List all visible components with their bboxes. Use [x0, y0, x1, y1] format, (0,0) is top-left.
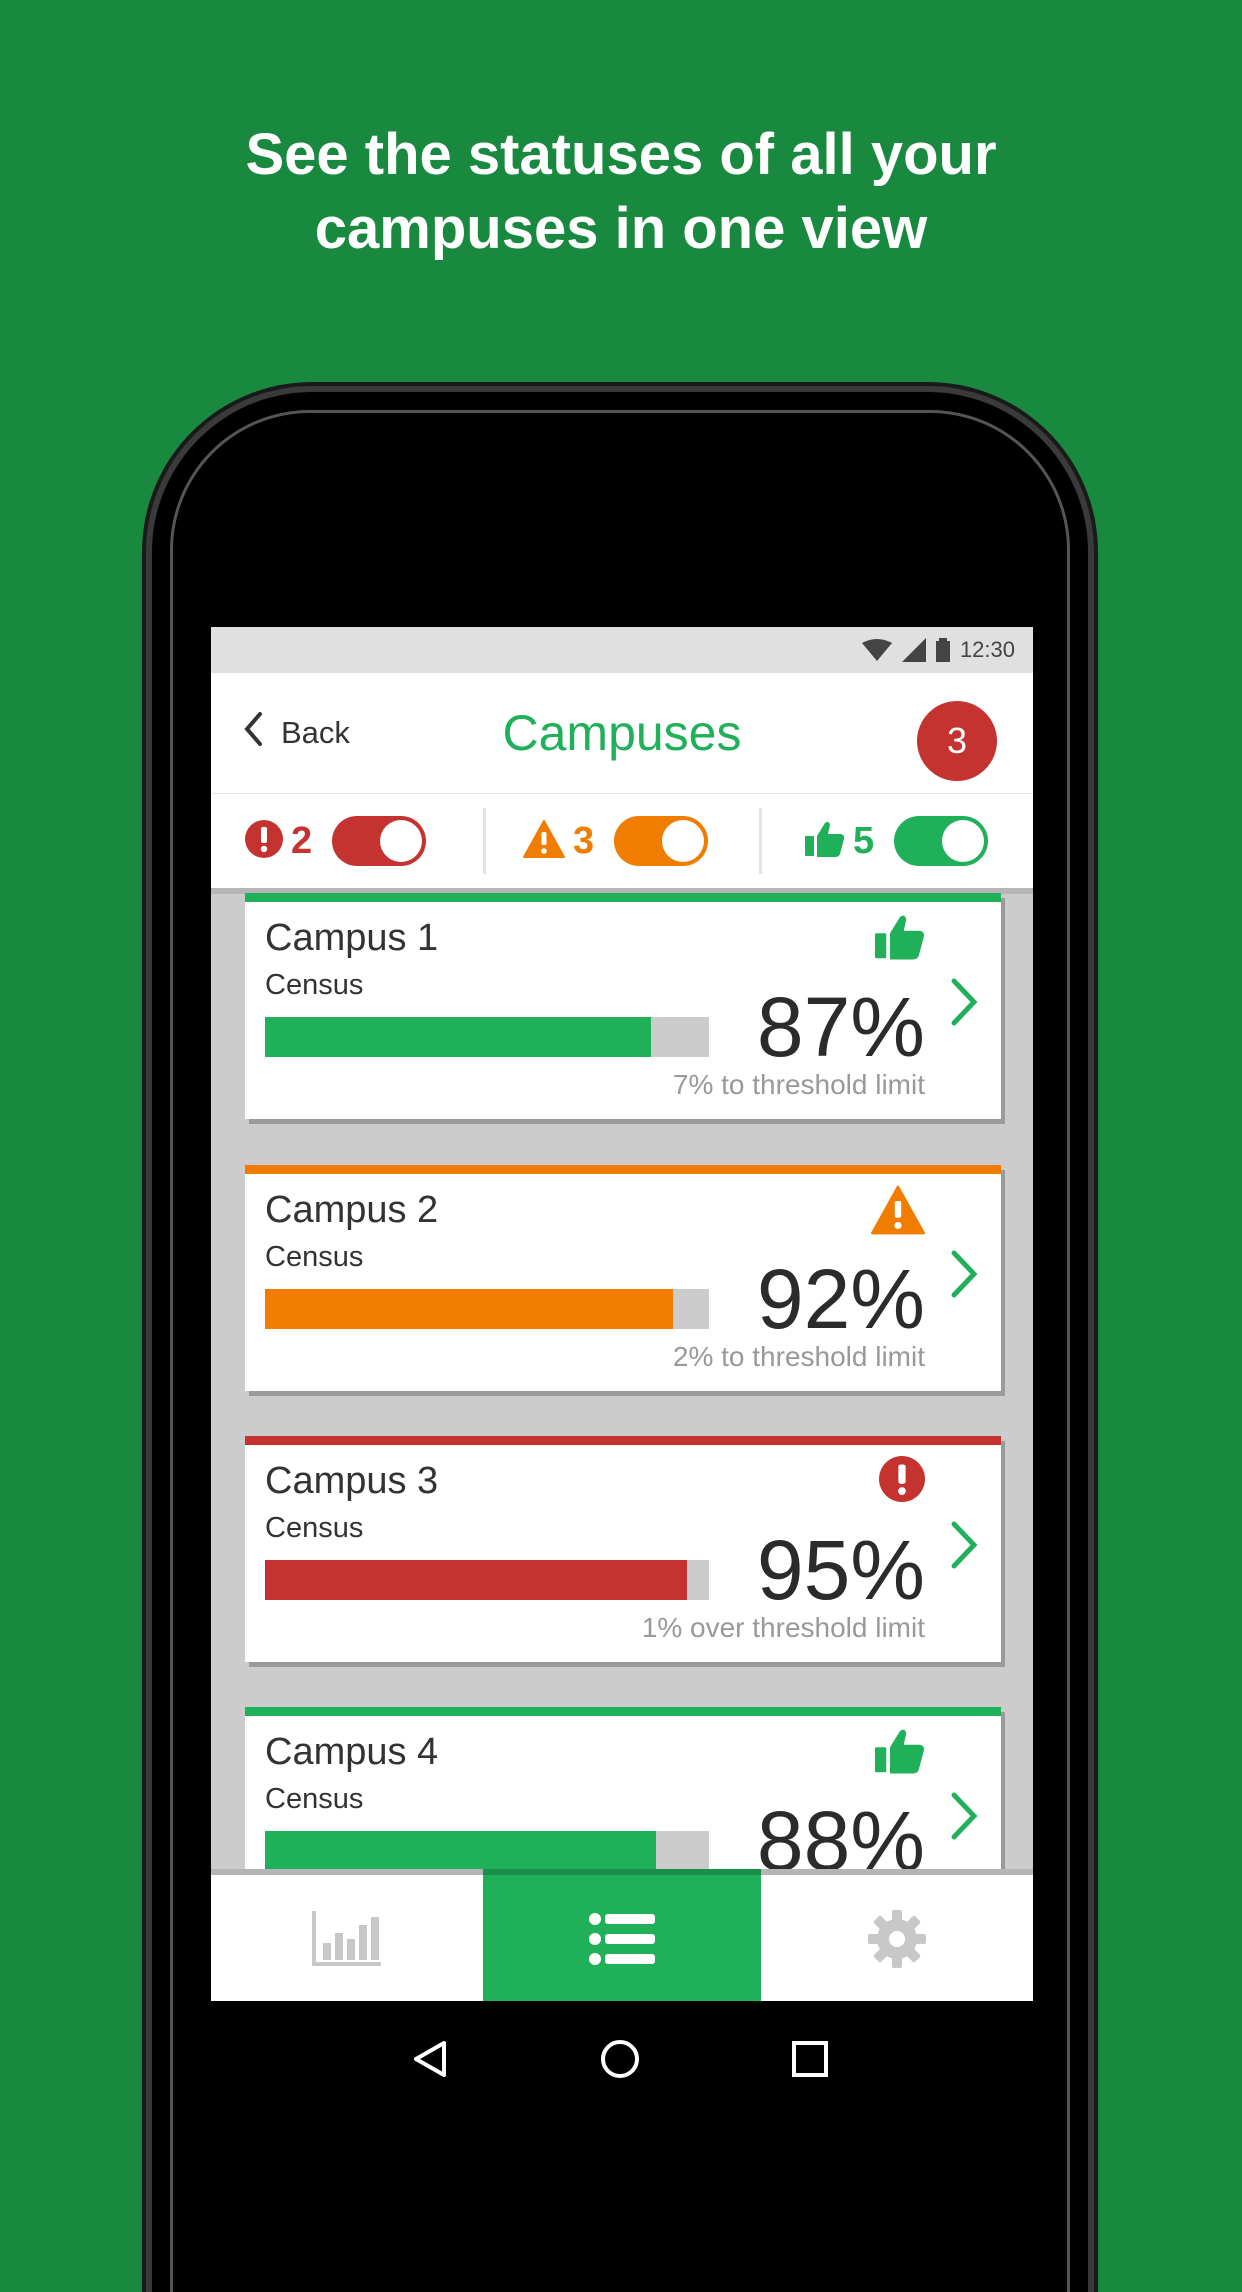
alert-circle-icon: [245, 819, 283, 863]
tab-dashboard[interactable]: [211, 1875, 483, 2001]
campus-name: Campus 2: [265, 1189, 439, 1231]
chevron-right-icon[interactable]: [949, 977, 979, 1032]
tab-list[interactable]: [483, 1869, 761, 2001]
warning-triangle-icon: [871, 1185, 925, 1240]
battery-icon: [935, 638, 950, 662]
campus-card[interactable]: Campus 2 Census 92% 2% to threshold limi…: [245, 1165, 1001, 1391]
list-icon: [589, 1912, 655, 1970]
home-circle-icon[interactable]: [600, 2039, 640, 2084]
chevron-right-icon[interactable]: [949, 1791, 979, 1846]
ok-count: 5: [853, 819, 875, 862]
status-bar: 12:30: [211, 627, 1033, 673]
threshold-note: 2% to threshold limit: [672, 1341, 925, 1372]
progress-fill: [265, 1560, 687, 1600]
campus-card[interactable]: Campus 3 Census 95% 1% over threshold li…: [245, 1436, 1001, 1662]
warning-filter-toggle[interactable]: [614, 816, 709, 866]
status-stripe: [245, 1707, 1001, 1716]
status-stripe: [245, 893, 1001, 902]
campus-name: Campus 4: [265, 1731, 439, 1773]
campus-card[interactable]: Campus 1 Census 87% 7% to threshold limi…: [245, 893, 1001, 1119]
bottom-navigation: [211, 1869, 1033, 2001]
toggle-knob: [662, 820, 705, 862]
headline-line-2: campuses in one view: [314, 196, 928, 261]
toggle-knob: [942, 820, 985, 862]
warning-count: 3: [573, 819, 595, 862]
status-stripe: [245, 1165, 1001, 1174]
filter-divider: [759, 808, 762, 874]
campus-name: Campus 1: [265, 917, 439, 959]
clock-text: 12:30: [959, 637, 1015, 662]
back-label: Back: [281, 715, 350, 750]
census-progress-bar: [265, 1831, 709, 1871]
census-progress-bar: [265, 1289, 709, 1329]
threshold-note: 1% over threshold limit: [641, 1612, 925, 1643]
status-stripe: [245, 1436, 1001, 1445]
chevron-right-icon[interactable]: [949, 1520, 979, 1575]
alert-count: 2: [291, 819, 313, 862]
gear-icon: [868, 1909, 926, 1973]
bar-chart-icon: [311, 1910, 383, 1972]
campus-metric: Census: [265, 1512, 364, 1544]
app-screen: 12:30 Campuses Back 3 2 3 5 Campus 1 Cen…: [211, 627, 1033, 2001]
chevron-right-icon[interactable]: [949, 1249, 979, 1304]
wifi-icon: [861, 639, 892, 661]
threshold-note: 7% to threshold limit: [672, 1069, 925, 1100]
filter-ok: 5: [805, 794, 989, 888]
app-bar: Campuses Back 3: [211, 673, 1033, 793]
campus-metric: Census: [265, 969, 364, 1001]
back-triangle-icon[interactable]: [410, 2039, 450, 2084]
warning-triangle-icon: [523, 819, 565, 863]
chevron-left-icon: [243, 711, 263, 755]
filter-alert: 2: [245, 794, 427, 888]
ok-filter-toggle[interactable]: [894, 816, 989, 866]
back-button[interactable]: Back: [243, 673, 350, 793]
progress-fill: [265, 1831, 656, 1871]
tab-settings[interactable]: [761, 1875, 1033, 2001]
thumbs-up-icon: [805, 820, 845, 863]
alert-circle-icon: [879, 1456, 925, 1507]
toggle-knob: [380, 820, 423, 862]
thumbs-up-icon: [875, 913, 925, 966]
system-navigation-bar: [152, 2001, 1088, 2121]
campus-percent: 92%: [756, 1252, 925, 1346]
alert-filter-toggle[interactable]: [332, 816, 427, 866]
campus-percent: 95%: [756, 1523, 925, 1617]
campus-metric: Census: [265, 1241, 364, 1273]
signal-icon: [901, 638, 926, 662]
filter-warning: 3: [523, 794, 709, 888]
progress-fill: [265, 1289, 674, 1329]
campus-percent: 87%: [756, 980, 925, 1074]
thumbs-up-icon: [875, 1727, 925, 1780]
campus-metric: Census: [265, 1783, 364, 1815]
census-progress-bar: [265, 1017, 709, 1057]
filter-divider: [483, 808, 486, 874]
headline-line-1: See the statuses of all your: [245, 122, 997, 187]
notification-badge[interactable]: 3: [917, 701, 997, 781]
recents-square-icon[interactable]: [790, 2039, 830, 2084]
status-filter-bar: 2 3 5: [211, 793, 1033, 894]
headline: See the statuses of all your campuses in…: [0, 118, 1242, 266]
progress-fill: [265, 1017, 652, 1057]
census-progress-bar: [265, 1560, 709, 1600]
campus-name: Campus 3: [265, 1460, 439, 1502]
